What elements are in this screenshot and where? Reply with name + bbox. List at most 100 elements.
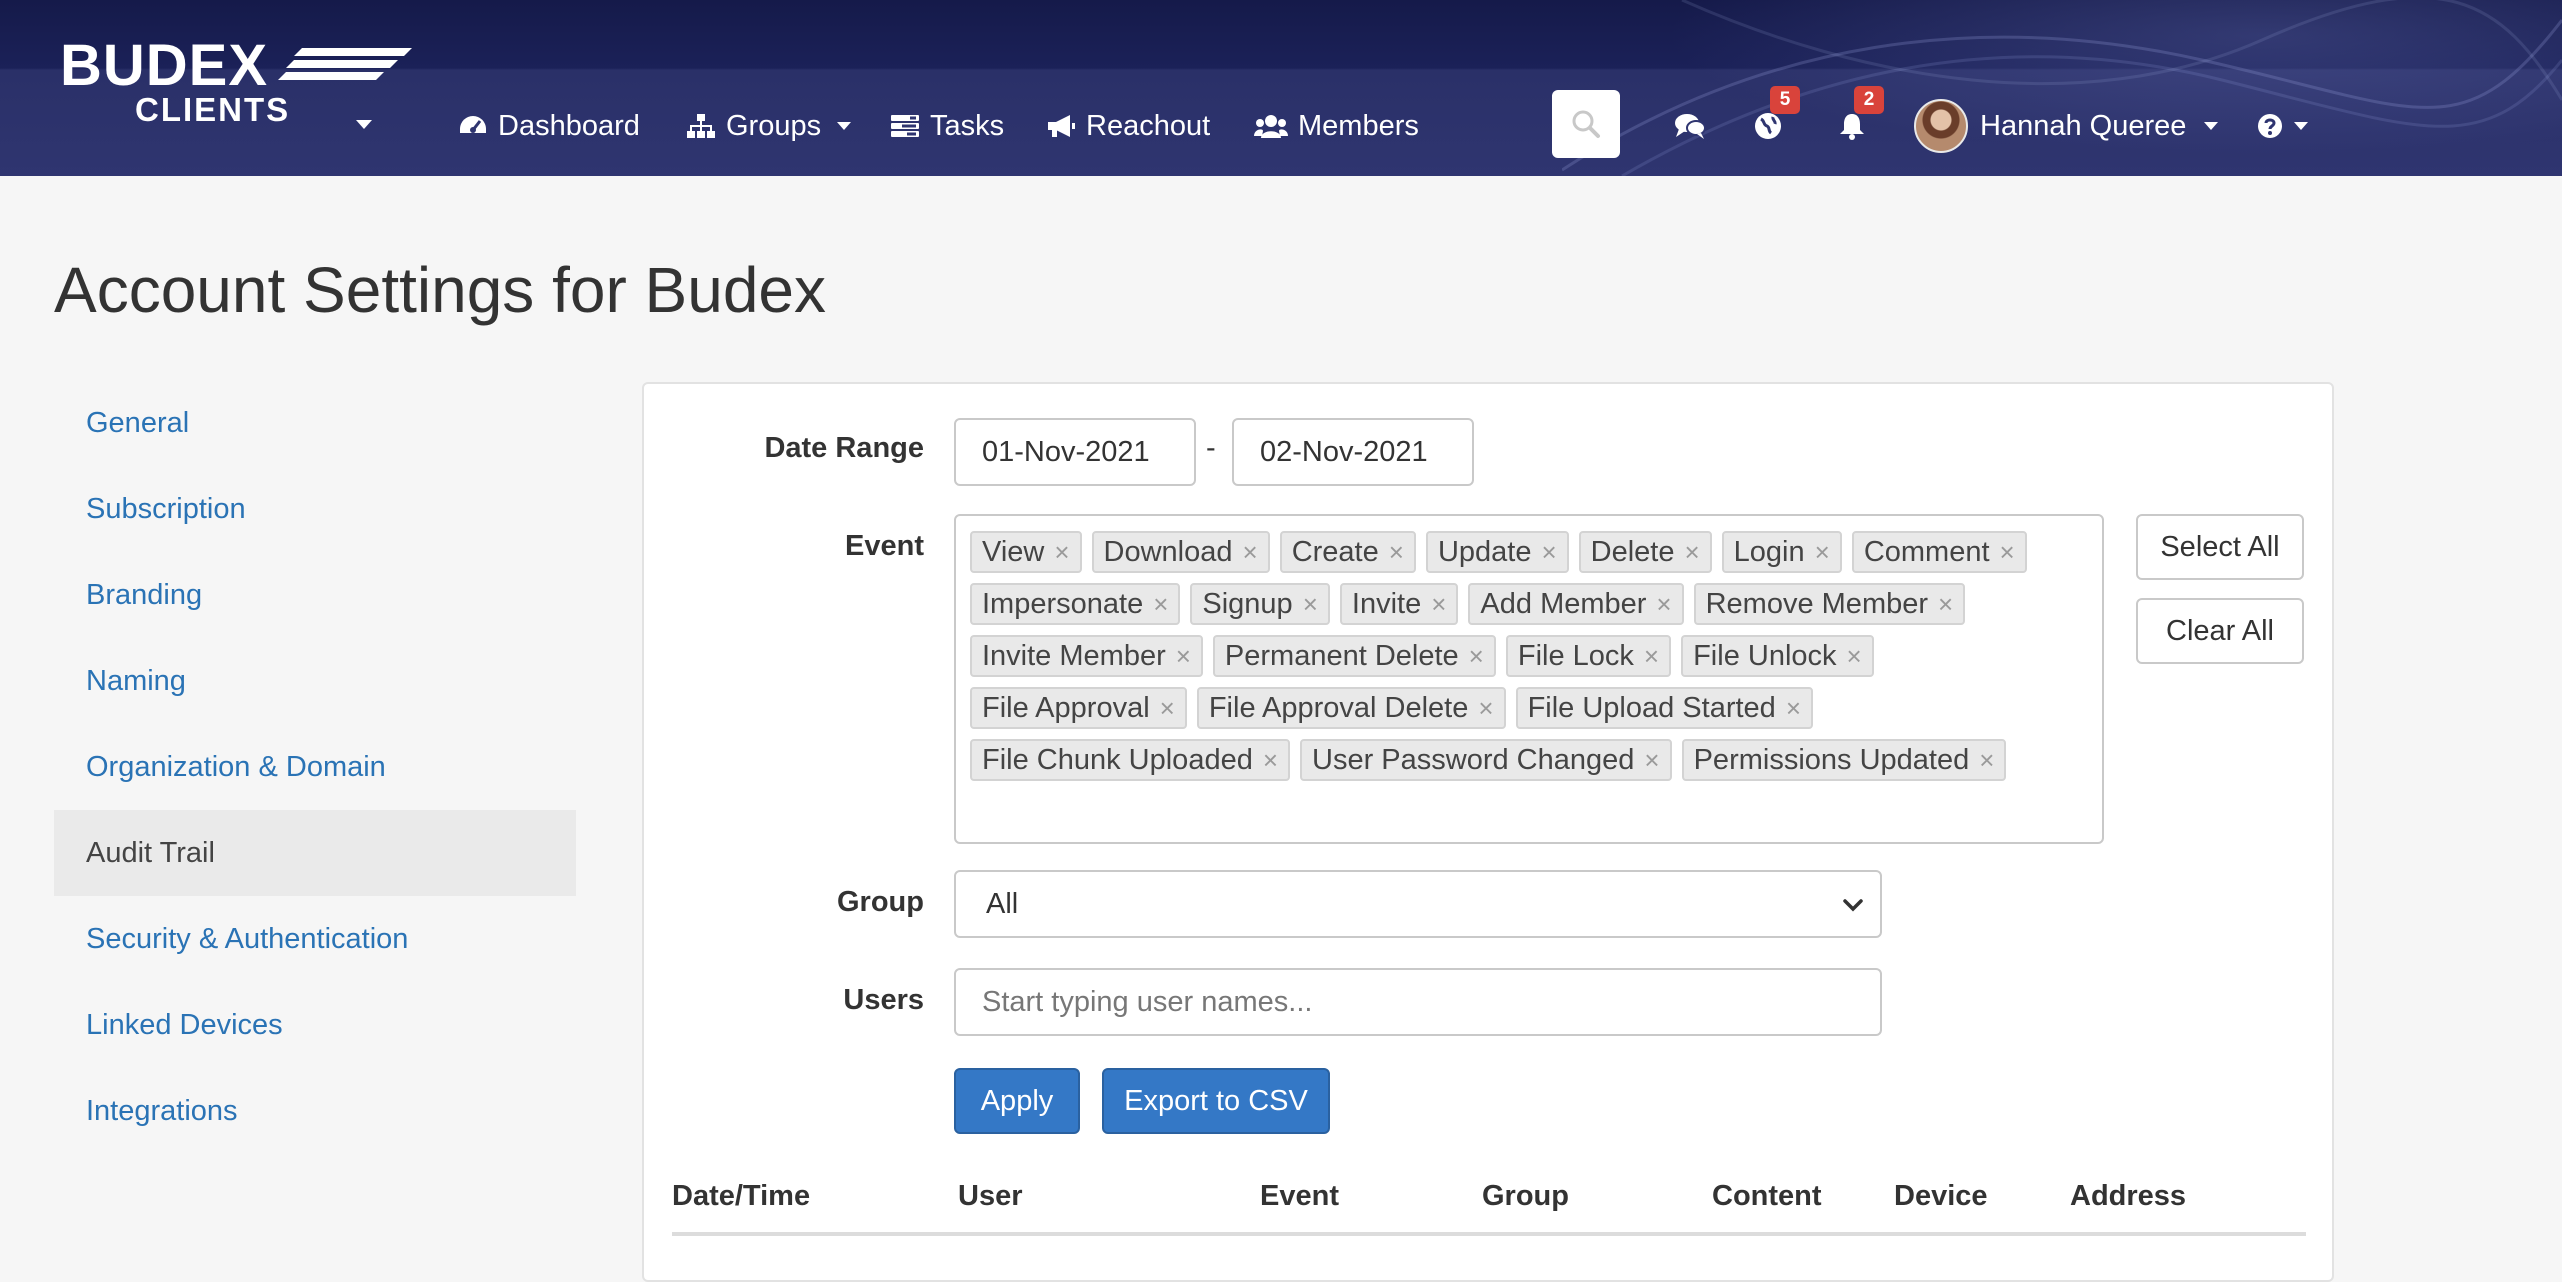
remove-tag-icon[interactable]: ×	[1176, 641, 1191, 672]
nav-groups-label: Groups	[726, 109, 822, 142]
event-tag: Add Member ×	[1468, 583, 1684, 625]
event-tag: Create ×	[1279, 531, 1416, 573]
event-tag: File Approval ×	[970, 687, 1187, 729]
column-header-group[interactable]: Group	[1482, 1180, 1569, 1213]
event-tag: Comment ×	[1851, 531, 2027, 573]
nav-members[interactable]: Members	[1254, 104, 1419, 148]
nav-reachout[interactable]: Reachout	[1046, 104, 1210, 148]
sidebar-item-general[interactable]: General	[54, 380, 576, 466]
column-header-device[interactable]: Device	[1894, 1180, 1988, 1213]
logo-wing-graphic	[278, 48, 412, 80]
event-tag: Impersonate ×	[970, 583, 1181, 625]
clear-all-button[interactable]: Clear All	[2136, 598, 2304, 664]
sidebar-item-organization-domain[interactable]: Organization & Domain	[54, 724, 576, 810]
sidebar-item-naming[interactable]: Naming	[54, 638, 576, 724]
sidebar-item-subscription[interactable]: Subscription	[54, 466, 576, 552]
messages-button[interactable]	[1668, 104, 1712, 148]
nav-dashboard-label: Dashboard	[498, 109, 640, 142]
nav-dashboard[interactable]: Dashboard	[458, 104, 640, 148]
remove-tag-icon[interactable]: ×	[1656, 589, 1671, 620]
group-select[interactable]: All	[954, 870, 1882, 938]
remove-tag-icon[interactable]: ×	[2000, 537, 2015, 568]
event-tag-label: Add Member	[1480, 587, 1647, 620]
sidebar-item-linked-devices[interactable]: Linked Devices	[54, 982, 576, 1068]
remove-tag-icon[interactable]: ×	[1644, 745, 1659, 776]
settings-sidebar: General Subscription Branding Naming Org…	[54, 380, 576, 1154]
remove-tag-icon[interactable]: ×	[1938, 589, 1953, 620]
remove-tag-icon[interactable]: ×	[1644, 641, 1659, 672]
event-tag: Permissions Updated ×	[1681, 739, 2007, 781]
sidebar-item-security-authentication[interactable]: Security & Authentication	[54, 896, 576, 982]
event-tag-label: Delete	[1590, 535, 1675, 568]
remove-tag-icon[interactable]: ×	[1153, 589, 1168, 620]
remove-tag-icon[interactable]: ×	[1469, 641, 1484, 672]
nav-tasks-label: Tasks	[930, 109, 1005, 142]
chevron-down-icon	[1843, 899, 1863, 912]
event-tag: User Password Changed ×	[1300, 739, 1672, 781]
sidebar-item-branding[interactable]: Branding	[54, 552, 576, 638]
remove-tag-icon[interactable]: ×	[1243, 537, 1258, 568]
logo-dropdown-caret[interactable]	[356, 120, 372, 129]
user-menu[interactable]: Hannah Queree	[1914, 98, 2219, 154]
select-all-button[interactable]: Select All	[2136, 514, 2304, 580]
column-header-content[interactable]: Content	[1712, 1180, 1822, 1213]
event-multiselect[interactable]: View × Download × Create × Update × Delete × …	[954, 514, 2104, 844]
column-header-user[interactable]: User	[958, 1180, 1023, 1213]
remove-tag-icon[interactable]: ×	[1160, 693, 1175, 724]
event-tag-label: File Approval	[982, 691, 1150, 724]
sidebar-item-integrations[interactable]: Integrations	[54, 1068, 576, 1154]
apply-button[interactable]: Apply	[954, 1068, 1080, 1134]
event-tag: Signup ×	[1190, 583, 1330, 625]
event-tag: File Lock ×	[1505, 635, 1672, 677]
remove-tag-icon[interactable]: ×	[1684, 537, 1699, 568]
remove-tag-icon[interactable]: ×	[1389, 537, 1404, 568]
export-csv-button[interactable]: Export to CSV	[1102, 1068, 1330, 1134]
event-tag-label: File Upload Started	[1527, 691, 1776, 724]
budex-logo[interactable]: BUDEX CLIENTS	[60, 34, 412, 130]
chevron-down-icon	[837, 122, 852, 130]
group-select-value: All	[986, 887, 1019, 920]
event-tag-label: Invite Member	[982, 639, 1166, 672]
comments-icon	[1675, 114, 1706, 139]
help-menu[interactable]	[2256, 104, 2308, 148]
remove-tag-icon[interactable]: ×	[1815, 537, 1830, 568]
audit-trail-panel: Date Range 01-Nov-2021 - 02-Nov-2021 Eve…	[642, 382, 2334, 1282]
event-tag-label: Remove Member	[1705, 587, 1929, 620]
search-icon	[1572, 110, 1600, 138]
notifications-button[interactable]: 2	[1830, 86, 1884, 148]
remove-tag-icon[interactable]: ×	[1303, 589, 1318, 620]
column-header-datetime[interactable]: Date/Time	[672, 1180, 810, 1213]
event-tag-label: Signup	[1202, 587, 1293, 620]
remove-tag-icon[interactable]: ×	[1478, 693, 1493, 724]
sidebar-item-audit-trail[interactable]: Audit Trail	[54, 810, 576, 896]
user-name: Hannah Queree	[1980, 109, 2187, 142]
event-tag-row: File Chunk Uploaded × User Password Chang…	[970, 734, 2088, 786]
users-search-input[interactable]: Start typing user names...	[954, 968, 1882, 1036]
event-tag: Permanent Delete ×	[1212, 635, 1496, 677]
remove-tag-icon[interactable]: ×	[1431, 589, 1446, 620]
activity-button[interactable]: 5	[1746, 86, 1800, 148]
event-tag: Invite ×	[1339, 583, 1459, 625]
event-tag-label: View	[982, 535, 1045, 568]
chevron-down-icon	[2294, 122, 2308, 130]
column-header-event[interactable]: Event	[1260, 1180, 1339, 1213]
nav-tasks[interactable]: Tasks	[890, 104, 1004, 148]
event-tag: File Unlock ×	[1681, 635, 1874, 677]
question-circle-icon	[2258, 114, 2282, 138]
date-to-input[interactable]: 02-Nov-2021	[1232, 418, 1474, 486]
column-header-address[interactable]: Address	[2070, 1180, 2186, 1213]
event-tag-row: Invite Member × Permanent Delete × File Lo…	[970, 630, 2088, 682]
nav-groups[interactable]: Groups	[686, 104, 852, 148]
remove-tag-icon[interactable]: ×	[1263, 745, 1278, 776]
avatar	[1914, 99, 1968, 153]
event-tag: Update ×	[1425, 531, 1569, 573]
event-tag: Download ×	[1091, 531, 1270, 573]
event-tag-row: View × Download × Create × Update × Delete × …	[970, 526, 2088, 578]
remove-tag-icon[interactable]: ×	[1979, 745, 1994, 776]
date-from-input[interactable]: 01-Nov-2021	[954, 418, 1196, 486]
search-button[interactable]	[1552, 90, 1620, 158]
remove-tag-icon[interactable]: ×	[1786, 693, 1801, 724]
remove-tag-icon[interactable]: ×	[1847, 641, 1862, 672]
remove-tag-icon[interactable]: ×	[1054, 537, 1069, 568]
remove-tag-icon[interactable]: ×	[1541, 537, 1556, 568]
